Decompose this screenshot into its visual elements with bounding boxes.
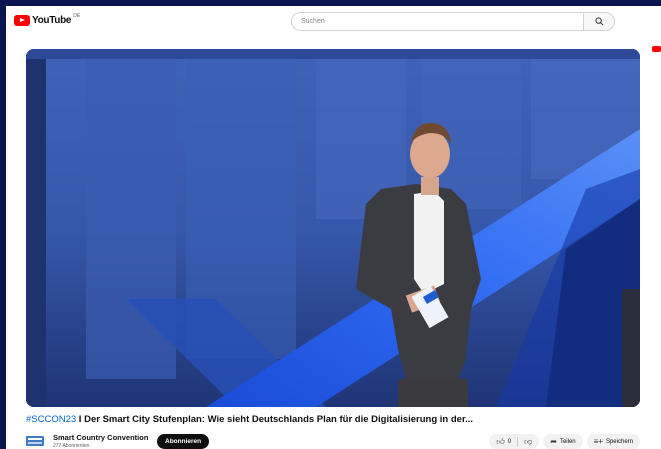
masthead: YouTube DE Suchen: [6, 6, 661, 38]
action-bar: 👍︎ 0 👎︎ ➦ Teilen ≡+ Speichern: [489, 434, 640, 449]
search-button[interactable]: [583, 12, 615, 31]
like-icon[interactable]: 👍︎: [496, 437, 504, 447]
like-count: 0: [507, 438, 512, 445]
search-icon: [594, 17, 603, 26]
channel-row: Smart Country Convention 277 Abonnenten …: [26, 432, 640, 449]
like-dislike-group: 👍︎ 0 👎︎: [489, 434, 540, 449]
youtube-window: YouTube DE Suchen #SCCON23 I Der Smart C…: [6, 6, 661, 449]
dislike-icon[interactable]: 👎︎: [524, 437, 532, 447]
divider: [517, 436, 519, 447]
share-icon: ➦: [550, 437, 557, 446]
logo-text: YouTube: [32, 15, 72, 26]
save-icon: ≡+: [593, 437, 603, 446]
search-box: Suchen: [291, 12, 615, 31]
youtube-logo-icon: [14, 15, 30, 26]
video-player[interactable]: [26, 49, 640, 407]
channel-avatar[interactable]: [26, 436, 44, 446]
secondary-logo-icon: [652, 46, 661, 52]
title-text: I Der Smart City Stufenplan: Wie sieht D…: [76, 414, 474, 425]
video-frame: [26, 49, 640, 407]
channel-name[interactable]: Smart Country Convention: [53, 433, 148, 442]
share-button[interactable]: ➦ Teilen: [543, 434, 583, 449]
youtube-logo[interactable]: YouTube DE: [14, 12, 81, 26]
save-button[interactable]: ≡+ Speichern: [586, 434, 640, 449]
save-label: Speichern: [605, 438, 633, 445]
subscribe-button[interactable]: Abonnieren: [157, 434, 210, 449]
video-title: #SCCON23 I Der Smart City Stufenplan: Wi…: [26, 414, 656, 425]
subscriber-count: 277 Abonnenten: [53, 443, 90, 449]
search-input[interactable]: Suchen: [291, 12, 583, 31]
logo-region: DE: [73, 12, 81, 19]
share-label: Teilen: [559, 438, 576, 445]
title-hashtag[interactable]: #SCCON23: [26, 414, 76, 425]
